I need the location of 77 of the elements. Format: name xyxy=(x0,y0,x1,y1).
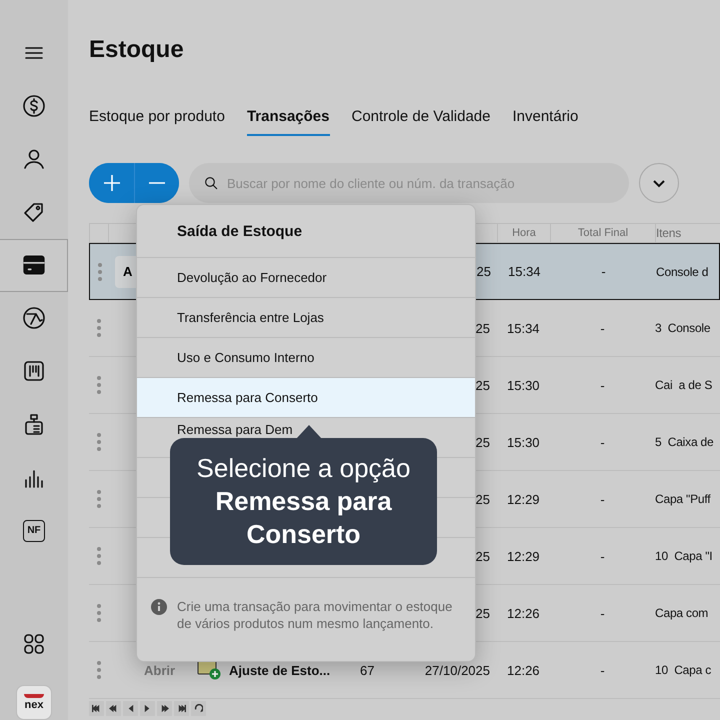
table-cell: - xyxy=(600,662,605,678)
tab[interactable]: Estoque por produto xyxy=(89,108,225,136)
tab[interactable]: Inventário xyxy=(512,108,578,136)
table-cell: - xyxy=(600,378,605,392)
register-icon xyxy=(22,412,46,437)
menu-item[interactable]: Transferência entre Lojas xyxy=(137,298,475,338)
column-header: Hora xyxy=(497,224,550,242)
table-cell: 25 xyxy=(476,378,490,392)
table-cell: 12:29 xyxy=(507,492,540,506)
table-cell: 10 Capa c xyxy=(655,663,712,677)
table-cell: - xyxy=(600,606,605,620)
grid-icon xyxy=(22,632,46,656)
fast-forward-icon xyxy=(160,704,169,713)
table-cell: 3 Console xyxy=(655,321,710,335)
table-cell: - xyxy=(600,492,605,506)
table-cell: 15:30 xyxy=(507,378,540,392)
pager-button[interactable] xyxy=(157,701,172,716)
menu-item[interactable]: Remessa para Conserto xyxy=(137,378,475,418)
previous-icon xyxy=(126,704,135,713)
menu-item[interactable]: Devolução ao Fornecedor xyxy=(137,258,475,298)
table-cell: Ajuste de Esto... xyxy=(229,662,330,678)
table-cell: 25 xyxy=(476,320,490,336)
app-logo[interactable]: nex xyxy=(16,684,52,720)
table-cell: 15:34 xyxy=(507,320,540,336)
table-cell: 25 xyxy=(476,548,490,564)
table-cell: Console d xyxy=(656,264,708,278)
table-cell: 10 Capa "I xyxy=(655,549,712,563)
search-icon xyxy=(203,175,219,191)
search-field[interactable]: Buscar por nome do cliente ou núm. da transação xyxy=(189,163,629,203)
menu-title: Saída de Estoque xyxy=(137,205,475,258)
first-page-icon xyxy=(92,704,101,713)
pager-button[interactable] xyxy=(191,701,206,716)
pager-button[interactable] xyxy=(174,701,189,716)
table-cell: 5 Caixa de xyxy=(655,435,714,449)
table-cell: 25 xyxy=(476,492,490,506)
column-header: Total Final xyxy=(550,224,655,242)
tooltip: Selecione a opção Remessa para Conserto xyxy=(170,438,437,565)
remove-button[interactable] xyxy=(134,163,179,203)
barcode-icon xyxy=(22,359,46,384)
person-icon xyxy=(22,146,46,171)
rewind-icon xyxy=(109,704,118,713)
pager-button[interactable] xyxy=(106,701,121,716)
table-cell: Capa com xyxy=(655,606,708,620)
info-icon xyxy=(151,599,167,615)
page-title: Estoque xyxy=(89,36,185,65)
table-cell: 67 xyxy=(360,662,374,678)
table-cell: 12:26 xyxy=(507,606,540,620)
pager-button[interactable] xyxy=(123,701,138,716)
table-cell: 25 xyxy=(476,606,490,620)
table-cell: 12:29 xyxy=(507,548,540,564)
next-icon xyxy=(143,704,152,713)
tab[interactable]: Transações xyxy=(246,108,330,136)
ball-icon xyxy=(22,306,46,330)
pager-button[interactable] xyxy=(89,701,104,716)
table-cell: - xyxy=(600,320,605,336)
table-cell: - xyxy=(600,434,605,450)
tab[interactable]: Controle de Validade xyxy=(352,108,490,136)
pager-button[interactable] xyxy=(140,701,155,716)
plus-icon xyxy=(102,173,122,193)
table-cell: Capa "Puff xyxy=(655,492,710,506)
table-cell: Cai a de S xyxy=(655,378,712,392)
sidebar-item[interactable]: NF xyxy=(0,504,68,558)
table-cell: 25 xyxy=(476,264,491,279)
table-cell: - xyxy=(600,548,605,564)
sidebar-item[interactable] xyxy=(0,238,68,292)
last-page-icon xyxy=(177,704,186,713)
column-header: Itens xyxy=(655,224,720,242)
table-cell: - xyxy=(601,264,606,279)
table-cell: 15:30 xyxy=(507,434,540,450)
refresh-icon xyxy=(194,704,203,713)
table-cell: 15:34 xyxy=(508,264,541,279)
table-cell: 12:26 xyxy=(507,662,540,678)
table-cell: 25 xyxy=(476,434,490,450)
minus-icon xyxy=(149,182,165,184)
dollar-icon xyxy=(22,94,46,118)
info-text: Crie uma transação para movimentar o estoque de vários produtos num mesmo lançamento. xyxy=(177,598,454,632)
table-cell: 27/10/2025 xyxy=(424,662,490,678)
